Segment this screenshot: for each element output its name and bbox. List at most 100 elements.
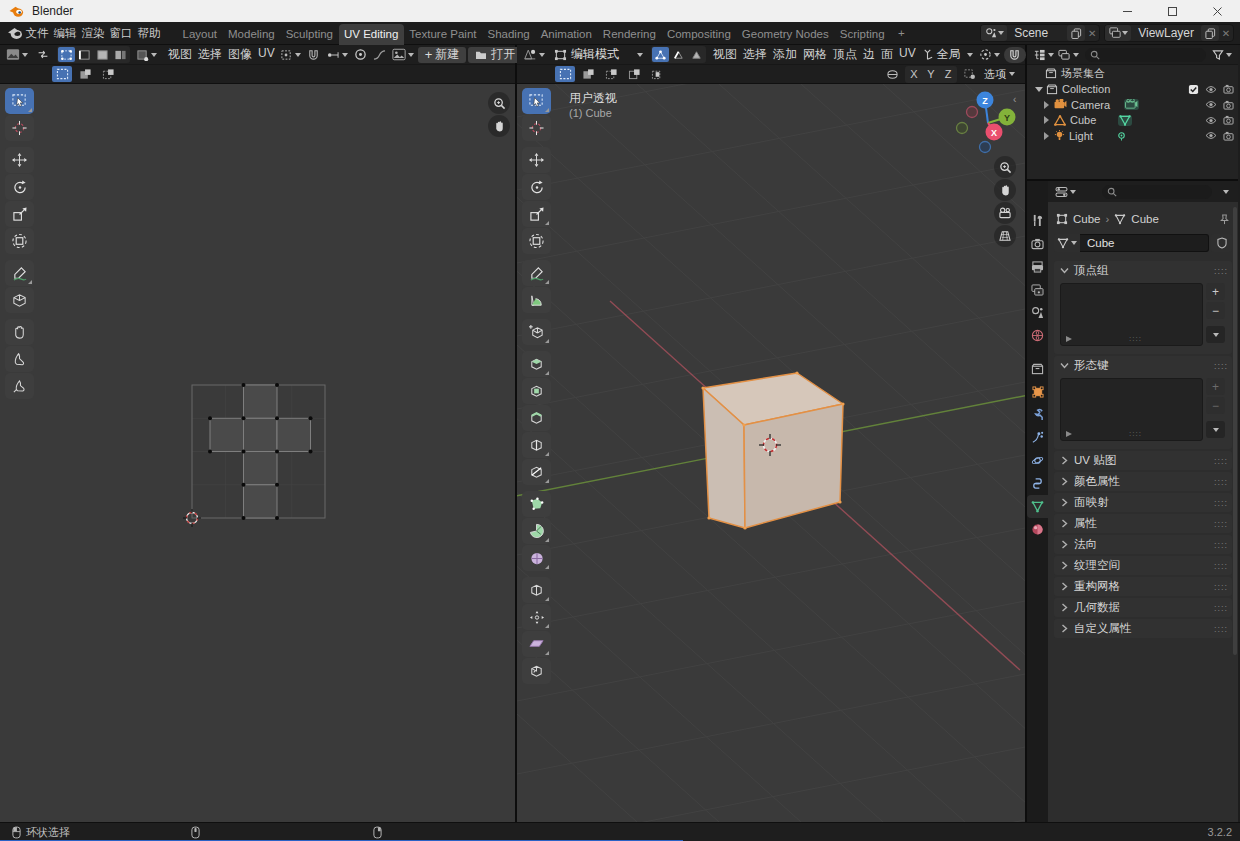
viewport-pan-button[interactable] — [994, 179, 1016, 201]
viewport-menu-item[interactable]: 边 — [860, 44, 878, 65]
camera-render-icon[interactable] — [1223, 100, 1234, 110]
uv-proportional-editing-button[interactable] — [352, 47, 369, 63]
vertex-group-specials-button[interactable] — [1206, 326, 1225, 343]
maximize-button[interactable] — [1150, 0, 1195, 22]
viewport-menu-item[interactable]: 面 — [878, 44, 896, 65]
collapsed-panel[interactable]: 纹理空间 :::: — [1054, 556, 1232, 575]
navigation-gizmo[interactable]: Z Y X — [955, 90, 1021, 156]
uv-editor-type-button[interactable] — [4, 47, 30, 63]
outliner-row-cube[interactable]: Cube — [1027, 113, 1238, 129]
uv-tool-transform[interactable] — [5, 228, 34, 254]
uv-tool-scale[interactable] — [5, 201, 34, 227]
mesh-name-field[interactable]: Cube — [1080, 234, 1209, 252]
outliner-filter-display-button[interactable] — [1056, 47, 1081, 63]
uv-select-vertex-button[interactable] — [58, 47, 75, 62]
snap-settings-button[interactable] — [961, 66, 978, 82]
boxselect-extend-button[interactable] — [578, 66, 598, 82]
topbar-menu-item[interactable]: 窗口 — [107, 23, 135, 44]
uv-select-face-button[interactable] — [94, 47, 111, 62]
tool-select-box[interactable] — [522, 88, 551, 114]
select-vertex-button[interactable] — [652, 47, 669, 62]
topbar-menu-item[interactable]: 编辑 — [51, 23, 79, 44]
tab-physics[interactable] — [1027, 449, 1048, 472]
uv-new-image-button[interactable]: +新建 — [418, 47, 467, 63]
tab-render[interactable] — [1027, 232, 1048, 255]
properties-search-field[interactable] — [1102, 185, 1212, 199]
close-button[interactable] — [1195, 0, 1240, 22]
scene-new-button[interactable] — [1067, 25, 1085, 41]
collection-render-icon[interactable] — [1223, 84, 1234, 94]
breadcrumb-object[interactable]: Cube — [1073, 213, 1101, 225]
tool-knife[interactable] — [522, 459, 551, 485]
collapsed-panel[interactable]: 颜色属性 :::: — [1054, 472, 1232, 491]
uv-tool-relax[interactable] — [5, 346, 34, 372]
tool-bevel[interactable] — [522, 405, 551, 431]
uv-tool-select-box[interactable] — [5, 88, 34, 114]
uv-pan-button[interactable] — [488, 115, 510, 137]
breadcrumb-data[interactable]: Cube — [1131, 213, 1159, 225]
workspace-tab[interactable]: Texture Paint — [404, 24, 482, 45]
uv-boxselect-subtract-button[interactable] — [98, 66, 118, 82]
tab-view-layer[interactable] — [1027, 278, 1048, 301]
uv-tool-rip-region[interactable] — [5, 287, 34, 313]
properties-filter-icon[interactable] — [1053, 184, 1078, 200]
viewport-canvas[interactable]: 用户透视 (1) Cube — [517, 84, 1025, 822]
shape-keys-list[interactable]: :::: — [1060, 378, 1203, 441]
mirror-y-button[interactable]: Y — [923, 67, 939, 82]
scene-browse-button[interactable] — [981, 25, 1007, 41]
tab-modifiers[interactable] — [1027, 403, 1048, 426]
vertex-groups-list[interactable]: :::: — [1060, 283, 1203, 346]
tool-cursor[interactable] — [522, 115, 551, 141]
light-render-icon[interactable] — [1223, 131, 1234, 141]
tool-shrink-fatten[interactable] — [522, 604, 551, 630]
uv-tool-rotate[interactable] — [5, 174, 34, 200]
tab-object[interactable] — [1027, 380, 1048, 403]
topbar-menu-item[interactable]: 渲染 — [79, 23, 107, 44]
workspace-tab[interactable]: Compositing — [661, 24, 736, 45]
minimize-button[interactable] — [1105, 0, 1150, 22]
blender-menu-icon[interactable] — [8, 27, 23, 40]
shape-key-specials-button[interactable] — [1206, 421, 1225, 438]
uv-menu-item[interactable]: 视图 — [165, 44, 195, 65]
boxselect-intersect-button[interactable] — [647, 66, 667, 82]
tab-world[interactable] — [1027, 324, 1048, 347]
tab-tool[interactable] — [1027, 209, 1048, 232]
viewlayer-name[interactable]: ViewLayer — [1131, 26, 1201, 40]
tab-particles[interactable] — [1027, 426, 1048, 449]
tab-output[interactable] — [1027, 255, 1048, 278]
uv-zoom-button[interactable] — [488, 92, 510, 114]
uv-falloff-button[interactable] — [371, 47, 388, 63]
add-workspace-button[interactable]: + — [890, 23, 913, 44]
proportional-edit-toggle[interactable] — [884, 66, 901, 82]
boxselect-subtract-button[interactable] — [601, 66, 621, 82]
uv-select-edge-button[interactable] — [76, 47, 93, 62]
tab-material[interactable] — [1027, 518, 1048, 541]
tool-transform[interactable] — [522, 228, 551, 254]
uv-tool-annotate[interactable] — [5, 260, 34, 286]
tool-rotate[interactable] — [522, 174, 551, 200]
pin-icon[interactable] — [1219, 214, 1230, 225]
viewport-ortho-button[interactable] — [994, 225, 1016, 247]
vertex-group-add-button[interactable]: + — [1206, 283, 1225, 300]
scene-name[interactable]: Scene — [1007, 26, 1067, 40]
cube-render-icon[interactable] — [1223, 115, 1234, 125]
viewlayer-browse-button[interactable] — [1105, 25, 1131, 41]
collapsed-panel[interactable]: 几何数据 :::: — [1054, 598, 1232, 617]
uv-tool-pinch[interactable] — [5, 373, 34, 399]
pivot-point-selector[interactable] — [977, 47, 1002, 63]
tool-extrude-region[interactable] — [522, 351, 551, 377]
tool-poly-build[interactable] — [522, 491, 551, 517]
tool-spin[interactable] — [522, 518, 551, 544]
scene-unlink-button[interactable]: ✕ — [1085, 25, 1099, 41]
viewport-menu-item[interactable]: UV — [896, 44, 919, 65]
outliner-search-field[interactable] — [1085, 48, 1206, 62]
select-edge-button[interactable] — [670, 47, 687, 62]
mode-selector[interactable]: 编辑模式 — [552, 47, 645, 63]
camera-data-icon[interactable] — [1124, 99, 1139, 110]
panel-grip-icon[interactable]: :::: — [1214, 361, 1228, 371]
camera-hide-icon[interactable] — [1205, 100, 1217, 109]
workspace-tab[interactable]: Scripting — [834, 24, 890, 45]
shape-key-add-button[interactable]: + — [1206, 378, 1225, 395]
tool-measure[interactable] — [522, 287, 551, 313]
properties-options-carat[interactable] — [1223, 190, 1229, 194]
